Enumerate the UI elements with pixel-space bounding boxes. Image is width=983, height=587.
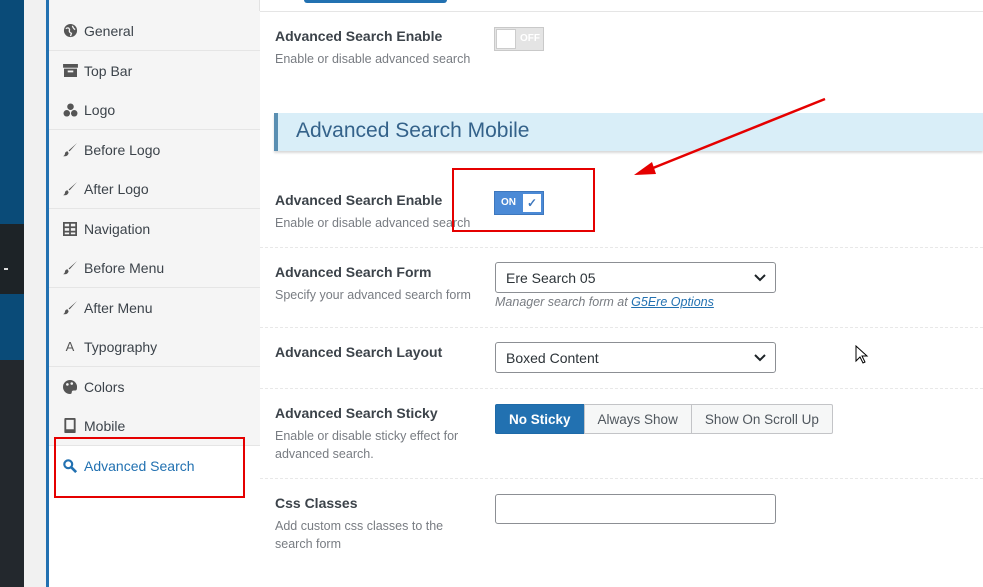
mouse-cursor-icon [855, 345, 869, 364]
annotation-arrow [634, 97, 826, 175]
page: General Top Bar Logo Before Logo After L… [0, 0, 983, 587]
